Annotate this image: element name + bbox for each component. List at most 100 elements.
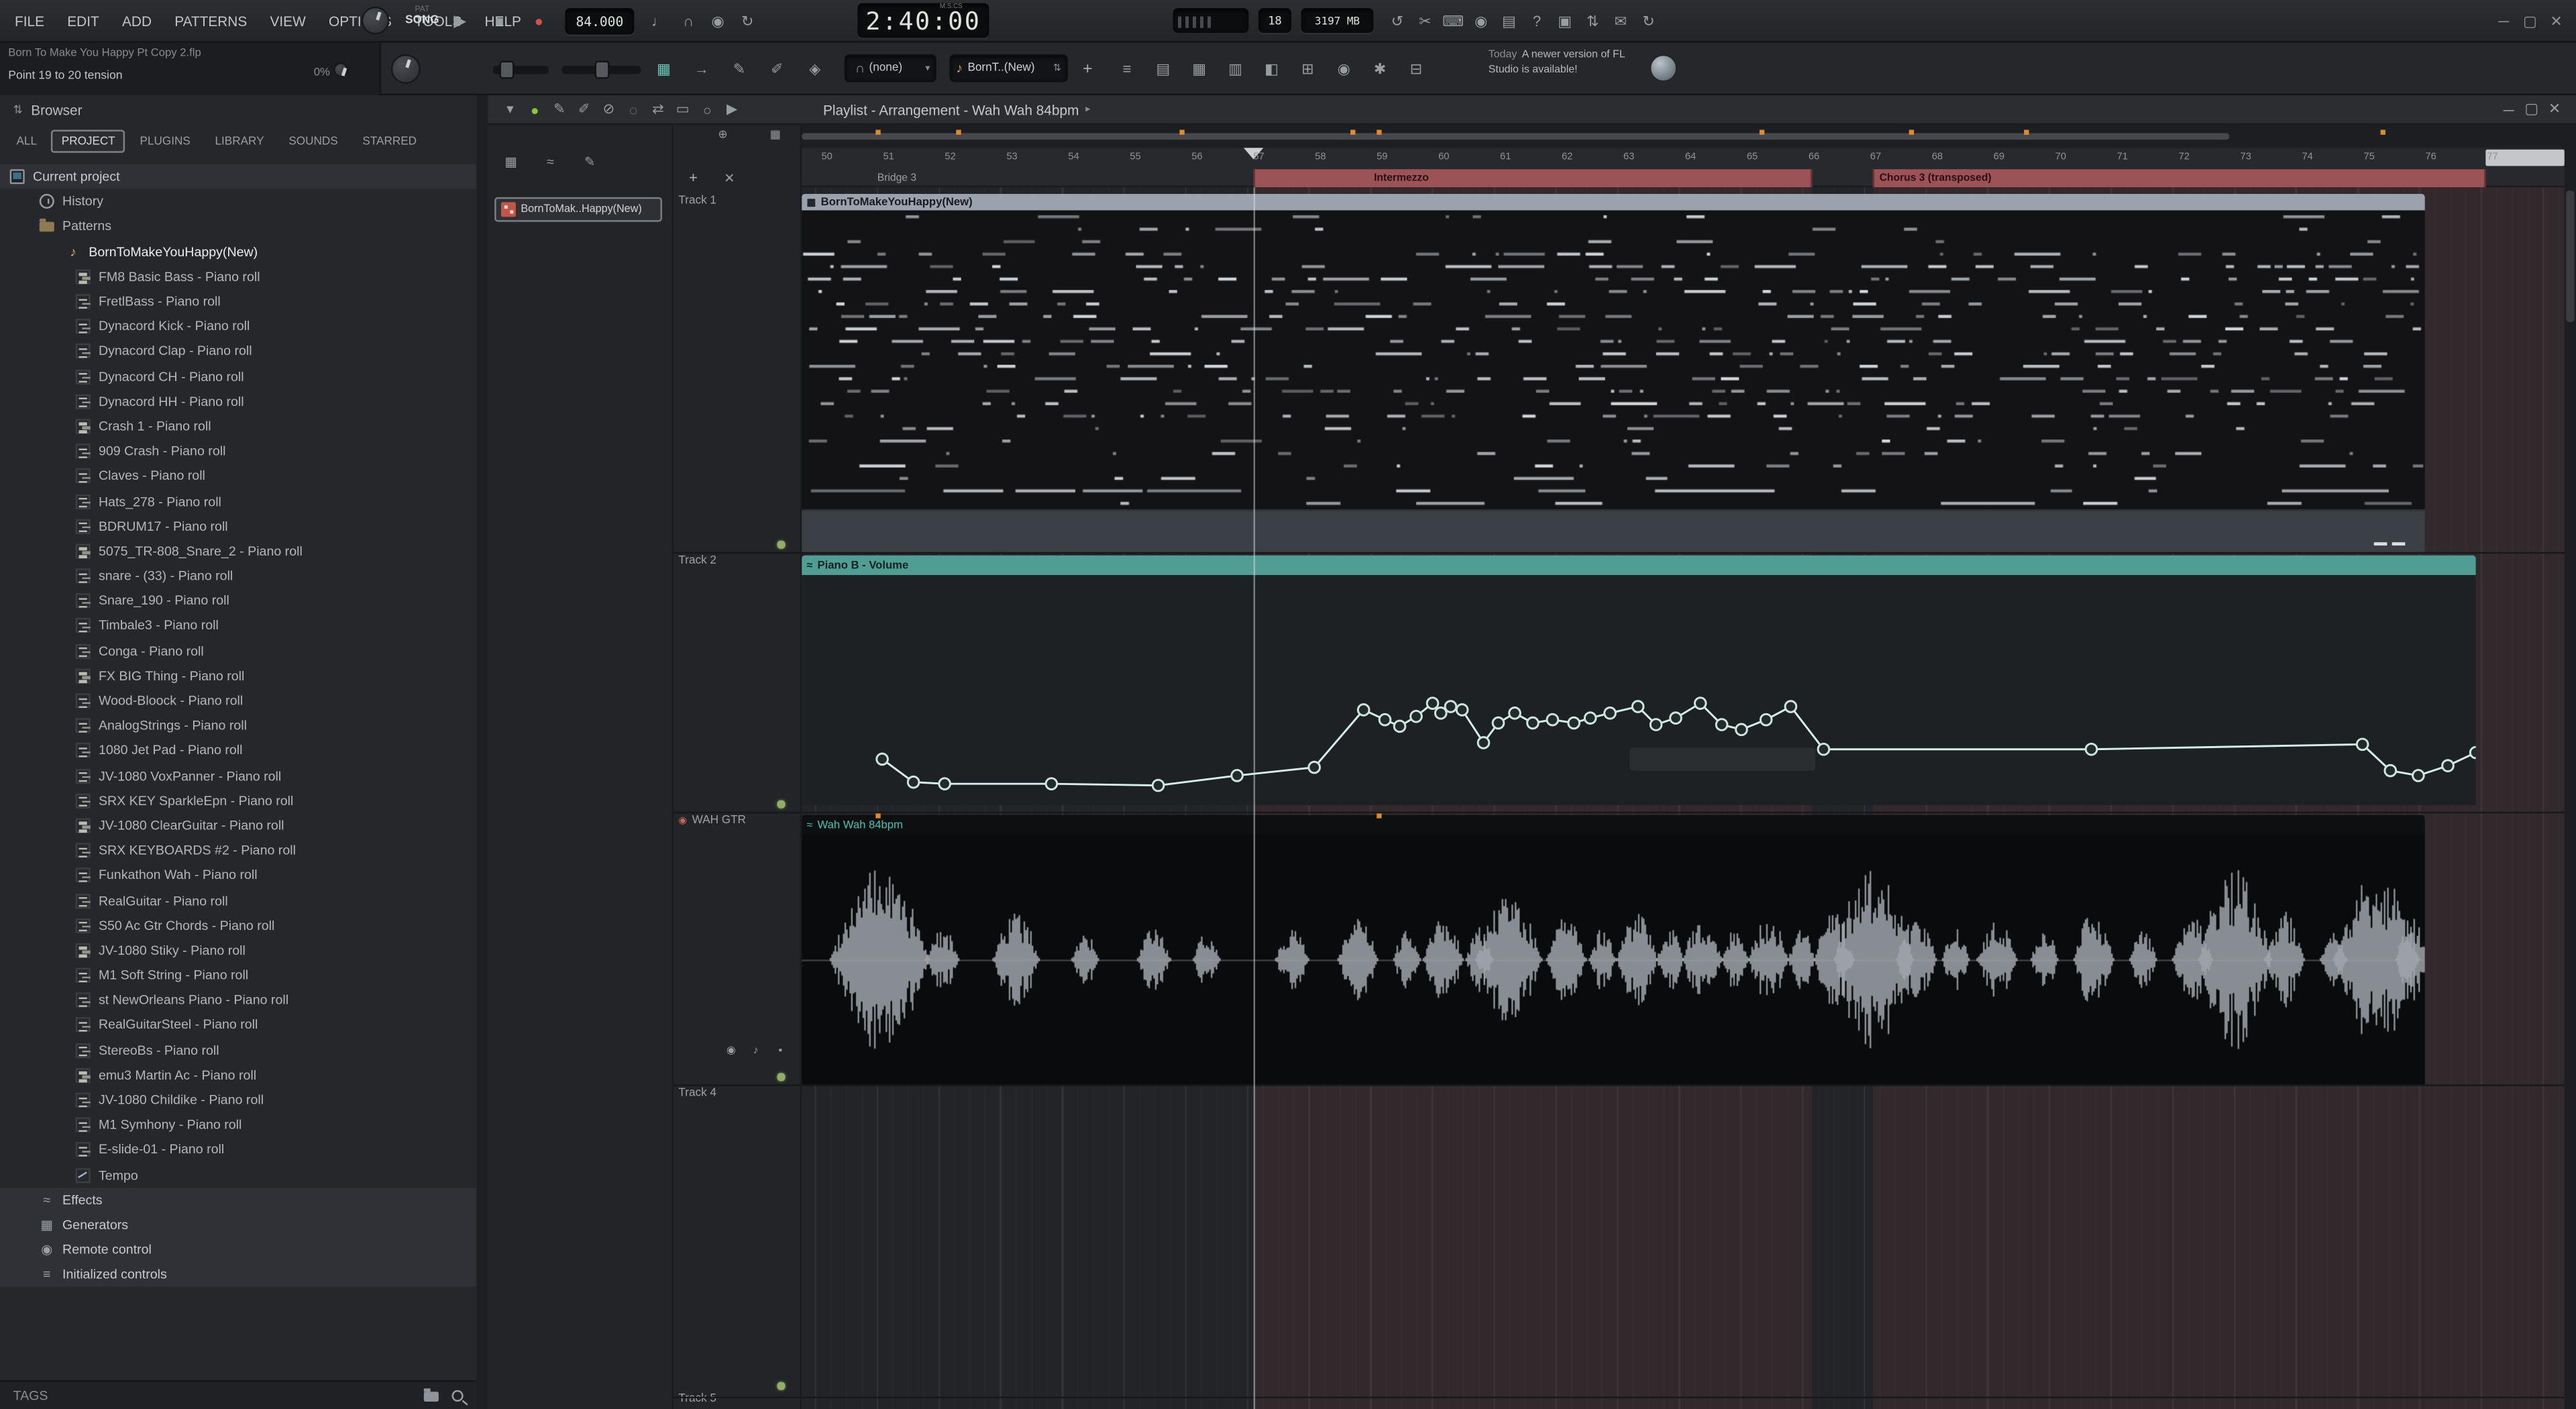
picker-arrow-icon[interactable]: ▾ (498, 97, 523, 121)
playback-tool-icon[interactable]: ▶ (720, 97, 745, 121)
tree-item-stereobs-piano-roll[interactable]: StereoBs - Piano roll (0, 1038, 476, 1063)
shuffle-slider[interactable] (493, 66, 549, 74)
minimize-button[interactable]: ─ (2491, 8, 2517, 34)
hint-mini-knob[interactable] (333, 62, 348, 77)
track-label-track-2[interactable]: Track 2 (678, 556, 716, 567)
tree-item-conga-piano-roll[interactable]: Conga - Piano roll (0, 639, 476, 664)
tree-item-jv-1080-clearguitar-piano-roll[interactable]: JV-1080 ClearGuitar - Piano roll (0, 813, 476, 838)
automation-source-icon[interactable]: ✎ (580, 151, 599, 170)
timeline-ruler[interactable]: 5051525354555657585960616263646566676869… (802, 148, 2576, 187)
browser-tab-library[interactable]: LIBRARY (205, 129, 274, 152)
hint-dial[interactable] (362, 7, 390, 35)
menu-options[interactable]: OPTIONS (317, 13, 403, 30)
vertical-scrollbar[interactable] (2565, 148, 2576, 1409)
midi-keyboard-icon[interactable]: ▤ (1495, 8, 1523, 34)
mic-icon[interactable]: ◉ (1467, 8, 1495, 34)
loop-record-icon[interactable]: ◉ (703, 8, 733, 34)
pan-icon[interactable]: ⊕ (713, 125, 733, 144)
record-arm-icon[interactable]: ◉ (723, 1042, 739, 1058)
midi-clip-header[interactable]: ▦ BornToMakeYouHappy(New) (802, 194, 2425, 210)
close-button[interactable]: ✕ (2543, 8, 2569, 34)
help-icon[interactable]: ? (1523, 8, 1551, 34)
audio-source-icon[interactable]: ≈ (541, 151, 560, 170)
track-label-track-1[interactable]: Track 1 (678, 195, 716, 207)
tree-item-bdrum17-piano-roll[interactable]: BDRUM17 - Piano roll (0, 514, 476, 539)
tree-item-history[interactable]: History (0, 189, 476, 214)
tree-item-5075-tr-808-snare-2-piano-roll[interactable]: 5075_TR-808_Snare_2 - Piano roll (0, 539, 476, 564)
tree-item-m1-soft-string-piano-roll[interactable]: M1 Soft String - Piano roll (0, 963, 476, 988)
sync-icon[interactable]: ↻ (1635, 8, 1663, 34)
scrollbar-handle[interactable] (802, 133, 2229, 140)
preview-mode-icon[interactable]: ◈ (802, 56, 828, 82)
add-pattern-button[interactable]: + (1075, 56, 1101, 82)
master-pitch-knob[interactable] (391, 54, 421, 84)
menu-edit[interactable]: EDIT (56, 13, 111, 30)
time-display[interactable]: 2:40:00 (857, 3, 989, 38)
wait-icon[interactable]: ∩ (674, 8, 703, 34)
tree-item-jv-1080-childike-piano-roll[interactable]: JV-1080 Childike - Piano roll (0, 1088, 476, 1112)
snap-selector[interactable]: ∩ (none) ▾ (845, 54, 936, 83)
automation-clip[interactable]: ≈ Piano B - Volume (802, 556, 2476, 805)
play-button[interactable]: ▶ (447, 8, 473, 34)
browser-tab-starred[interactable]: STARRED (353, 129, 427, 152)
latch-icon[interactable]: ▪ (772, 1042, 788, 1058)
menu-file[interactable]: FILE (3, 13, 56, 30)
export-icon[interactable]: ⇅ (1578, 8, 1607, 34)
tree-item-e-slide-01-piano-roll[interactable]: E-slide-01 - Piano roll (0, 1137, 476, 1162)
tree-item-pattern-group[interactable]: ♪BornToMakeYouHappy(New) (0, 239, 476, 264)
menu-patterns[interactable]: PATTERNS (163, 13, 258, 30)
tree-item-dynacord-clap-piano-roll[interactable]: Dynacord Clap - Piano roll (0, 339, 476, 364)
chat-icon[interactable]: ✉ (1607, 8, 1635, 34)
automation-clip-body[interactable] (802, 575, 2476, 805)
notification-text[interactable]: TodayA newer version of FL Studio is ava… (1489, 49, 1643, 77)
tree-item-dynacord-ch-piano-roll[interactable]: Dynacord CH - Piano roll (0, 364, 476, 388)
tree-item-fretlbass-piano-roll[interactable]: FretlBass - Piano roll (0, 289, 476, 314)
tree-item-funkathon-wah-piano-roll[interactable]: Funkathon Wah - Piano roll (0, 863, 476, 888)
tree-item-1080-jet-pad-piano-roll[interactable]: 1080 Jet Pad - Piano roll (0, 738, 476, 763)
audio-clip[interactable]: ≈ Wah Wah 84bpm (802, 815, 2425, 1085)
undo-icon[interactable]: ↺ (1383, 8, 1411, 34)
browser-tab-sounds[interactable]: SOUNDS (279, 129, 348, 152)
midi-clip[interactable]: ▦ BornToMakeYouHappy(New) (802, 194, 2425, 552)
tree-item-emu3-martin-ac-piano-roll[interactable]: emu3 Martin Ac - Piano roll (0, 1063, 476, 1088)
about-badge-icon[interactable] (1650, 54, 1678, 83)
mute-tool-icon[interactable]: ◌ (621, 97, 646, 121)
tree-item-dynacord-hh-piano-roll[interactable]: Dynacord HH - Piano roll (0, 389, 476, 414)
zoom-tool-icon[interactable]: ○ (695, 97, 720, 121)
step-arrow-icon[interactable]: → (688, 56, 714, 82)
tree-item-realguitarsteel-piano-roll[interactable]: RealGuitarSteel - Piano roll (0, 1012, 476, 1037)
tree-item-fx-big-thing-piano-roll[interactable]: FX BIG Thing - Piano roll (0, 664, 476, 688)
browser-toggle-icon[interactable]: ◧ (1258, 56, 1285, 82)
tree-item-909-crash-piano-roll[interactable]: 909 Crash - Piano roll (0, 439, 476, 464)
tree-item-st-neworleans-piano-piano-roll[interactable]: st NewOrleans Piano - Piano roll (0, 988, 476, 1012)
browser-tab-plugins[interactable]: PLUGINS (130, 129, 201, 152)
vertical-scrollbar-handle[interactable] (2566, 191, 2574, 322)
draw-mode-icon[interactable]: ✎ (726, 56, 752, 82)
channel-rack-toggle-icon[interactable]: ▦ (651, 56, 677, 82)
playlist-close-icon[interactable]: ✕ (2543, 96, 2566, 122)
tree-item-hats-278-piano-roll[interactable]: Hats_278 - Piano roll (0, 488, 476, 513)
patterns-source-icon[interactable]: ▦ (501, 151, 521, 170)
updown-arrows-icon[interactable]: ⇅ (13, 103, 23, 117)
piano-roll-toggle-icon[interactable]: ▤ (1150, 56, 1176, 82)
select-tool-icon[interactable]: ▭ (670, 97, 695, 121)
browser-tab-project[interactable]: PROJECT (52, 129, 125, 152)
touch-controller-icon[interactable]: ✱ (1367, 56, 1393, 82)
track-label-wah-gtr[interactable]: ◉WAH GTR (678, 815, 746, 827)
tempo-display[interactable]: 84.000 (565, 8, 634, 34)
delete-tool-icon[interactable]: ⊘ (596, 97, 621, 121)
tree-item-wood-bloock-piano-roll[interactable]: Wood-Bloock - Piano roll (0, 688, 476, 713)
tags-bar[interactable]: TAGS (0, 1380, 476, 1409)
browser-tab-all[interactable]: ALL (7, 129, 47, 152)
tree-item-s50-ac-gtr-chords-piano-roll[interactable]: S50 Ac Gtr Chords - Piano roll (0, 913, 476, 938)
delete-track-button[interactable]: ✕ (720, 168, 739, 187)
save-icon[interactable]: ▣ (1551, 8, 1579, 34)
tree-item-timbale3-piano-roll[interactable]: Timbale3 - Piano roll (0, 613, 476, 638)
maximize-button[interactable]: ▢ (2517, 8, 2543, 34)
tree-item-analogstrings-piano-roll[interactable]: AnalogStrings - Piano roll (0, 713, 476, 738)
time-marker-bridge-3[interactable]: Bridge 3 (877, 172, 916, 183)
tempo-tap-icon[interactable]: ◉ (1331, 56, 1357, 82)
audio-clip-header[interactable]: ≈ Wah Wah 84bpm (802, 815, 2425, 835)
tree-item-claves-piano-roll[interactable]: Claves - Piano roll (0, 464, 476, 488)
draw-tool-icon[interactable]: ✎ (547, 97, 572, 121)
